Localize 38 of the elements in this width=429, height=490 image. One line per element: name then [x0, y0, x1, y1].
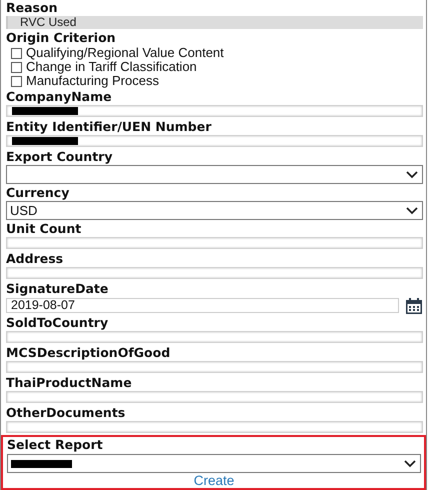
field-label: Export Country — [6, 149, 112, 165]
input-field[interactable] — [6, 105, 423, 117]
field-label: SignatureDate — [6, 281, 108, 297]
field-label: ThaiProductName — [6, 375, 132, 391]
create-link[interactable]: Create — [194, 473, 234, 488]
field-label: Origin Criterion — [6, 30, 116, 46]
checkbox[interactable] — [11, 62, 22, 72]
checkbox-label: Manufacturing Process — [26, 74, 159, 88]
chevron-down-icon — [406, 170, 418, 178]
field-label: SoldToCountry — [6, 315, 108, 331]
chevron-down-icon — [404, 460, 416, 468]
select-field[interactable] — [6, 165, 423, 184]
select-field[interactable] — [7, 454, 421, 473]
select-field[interactable]: USD — [6, 201, 423, 220]
input-field[interactable] — [6, 135, 423, 147]
field-label: CompanyName — [6, 89, 112, 105]
checkbox[interactable] — [11, 76, 22, 86]
field-label: Entity Identifier/UEN Number — [6, 119, 212, 135]
field-label: Reason — [6, 0, 58, 16]
field-label: MCSDescriptionOfGood — [6, 345, 170, 361]
calendar-icon[interactable] — [405, 296, 423, 314]
field-label: Unit Count — [6, 221, 82, 237]
input-field[interactable] — [6, 267, 423, 279]
checkbox-label: Change in Tariff Classification — [26, 60, 197, 74]
input-field[interactable] — [6, 391, 423, 403]
reason-field: RVC Used — [6, 16, 423, 29]
chevron-down-icon — [406, 206, 418, 214]
input-field[interactable] — [6, 237, 423, 249]
checkbox[interactable] — [11, 48, 22, 58]
field-label: Select Report — [7, 437, 104, 453]
date-field[interactable]: 2019-08-07 — [6, 298, 399, 313]
input-field[interactable] — [6, 421, 423, 433]
field-label: Currency — [6, 185, 70, 201]
field-label: Address — [6, 251, 64, 267]
field-label: OtherDocuments — [6, 405, 126, 421]
checkbox-label: Qualifying/Regional Value Content — [26, 46, 224, 60]
input-field[interactable] — [6, 331, 423, 343]
input-field[interactable] — [6, 361, 423, 373]
